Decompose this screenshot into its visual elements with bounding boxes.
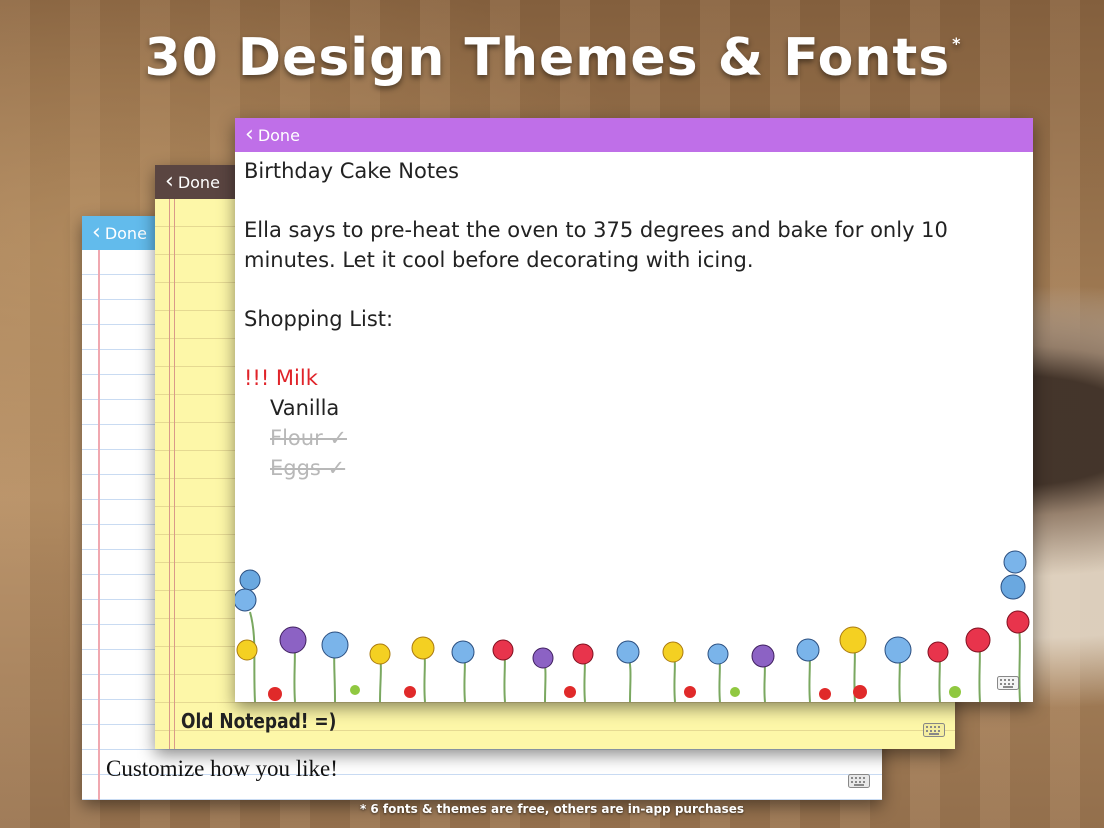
done-label: Done [104, 223, 147, 243]
margin-line [98, 250, 100, 800]
note-title: Birthday Cake Notes [244, 159, 459, 183]
list-item-done: Eggs ✓ [270, 456, 346, 480]
note-editor[interactable]: Birthday Cake Notes Ella says to pre-hea… [244, 156, 1003, 483]
done-button-yellow[interactable]: ‹ Done [165, 171, 220, 193]
headline-asterisk: * [952, 34, 962, 53]
done-button-purple[interactable]: ‹ Done [245, 124, 300, 146]
list-item-urgent: !!! Milk [244, 366, 318, 390]
headline: 30 Design Themes & Fonts * [0, 28, 1104, 88]
done-label: Done [257, 125, 300, 145]
keyboard-icon[interactable] [848, 773, 870, 792]
chevron-left-icon: ‹ [245, 122, 254, 147]
footnote: * 6 fonts & themes are free, others are … [359, 802, 745, 816]
chevron-left-icon: ‹ [92, 220, 101, 245]
note-text-yellow[interactable]: Old Notepad! =) [181, 709, 336, 733]
margin-line [169, 199, 175, 749]
done-label: Done [177, 172, 220, 192]
list-item-done: Flour ✓ [270, 426, 347, 450]
done-button-blue[interactable]: ‹ Done [92, 222, 147, 244]
flower-border-illustration [235, 550, 1030, 702]
list-item: Vanilla [270, 396, 340, 420]
chevron-left-icon: ‹ [165, 169, 174, 194]
list-heading: Shopping List: [244, 307, 394, 331]
navbar-purple: ‹ Done [235, 118, 1033, 152]
note-text-blue[interactable]: Customize how you like! [106, 756, 338, 782]
note-body: Ella says to pre-heat the oven to 375 de… [244, 218, 948, 272]
note-card-purple: ‹ Done Birthday Cake Notes Ella says to … [235, 118, 1033, 702]
keyboard-icon[interactable] [997, 675, 1019, 694]
headline-title: 30 Design Themes & Fonts [144, 28, 951, 88]
keyboard-icon[interactable] [923, 722, 945, 741]
